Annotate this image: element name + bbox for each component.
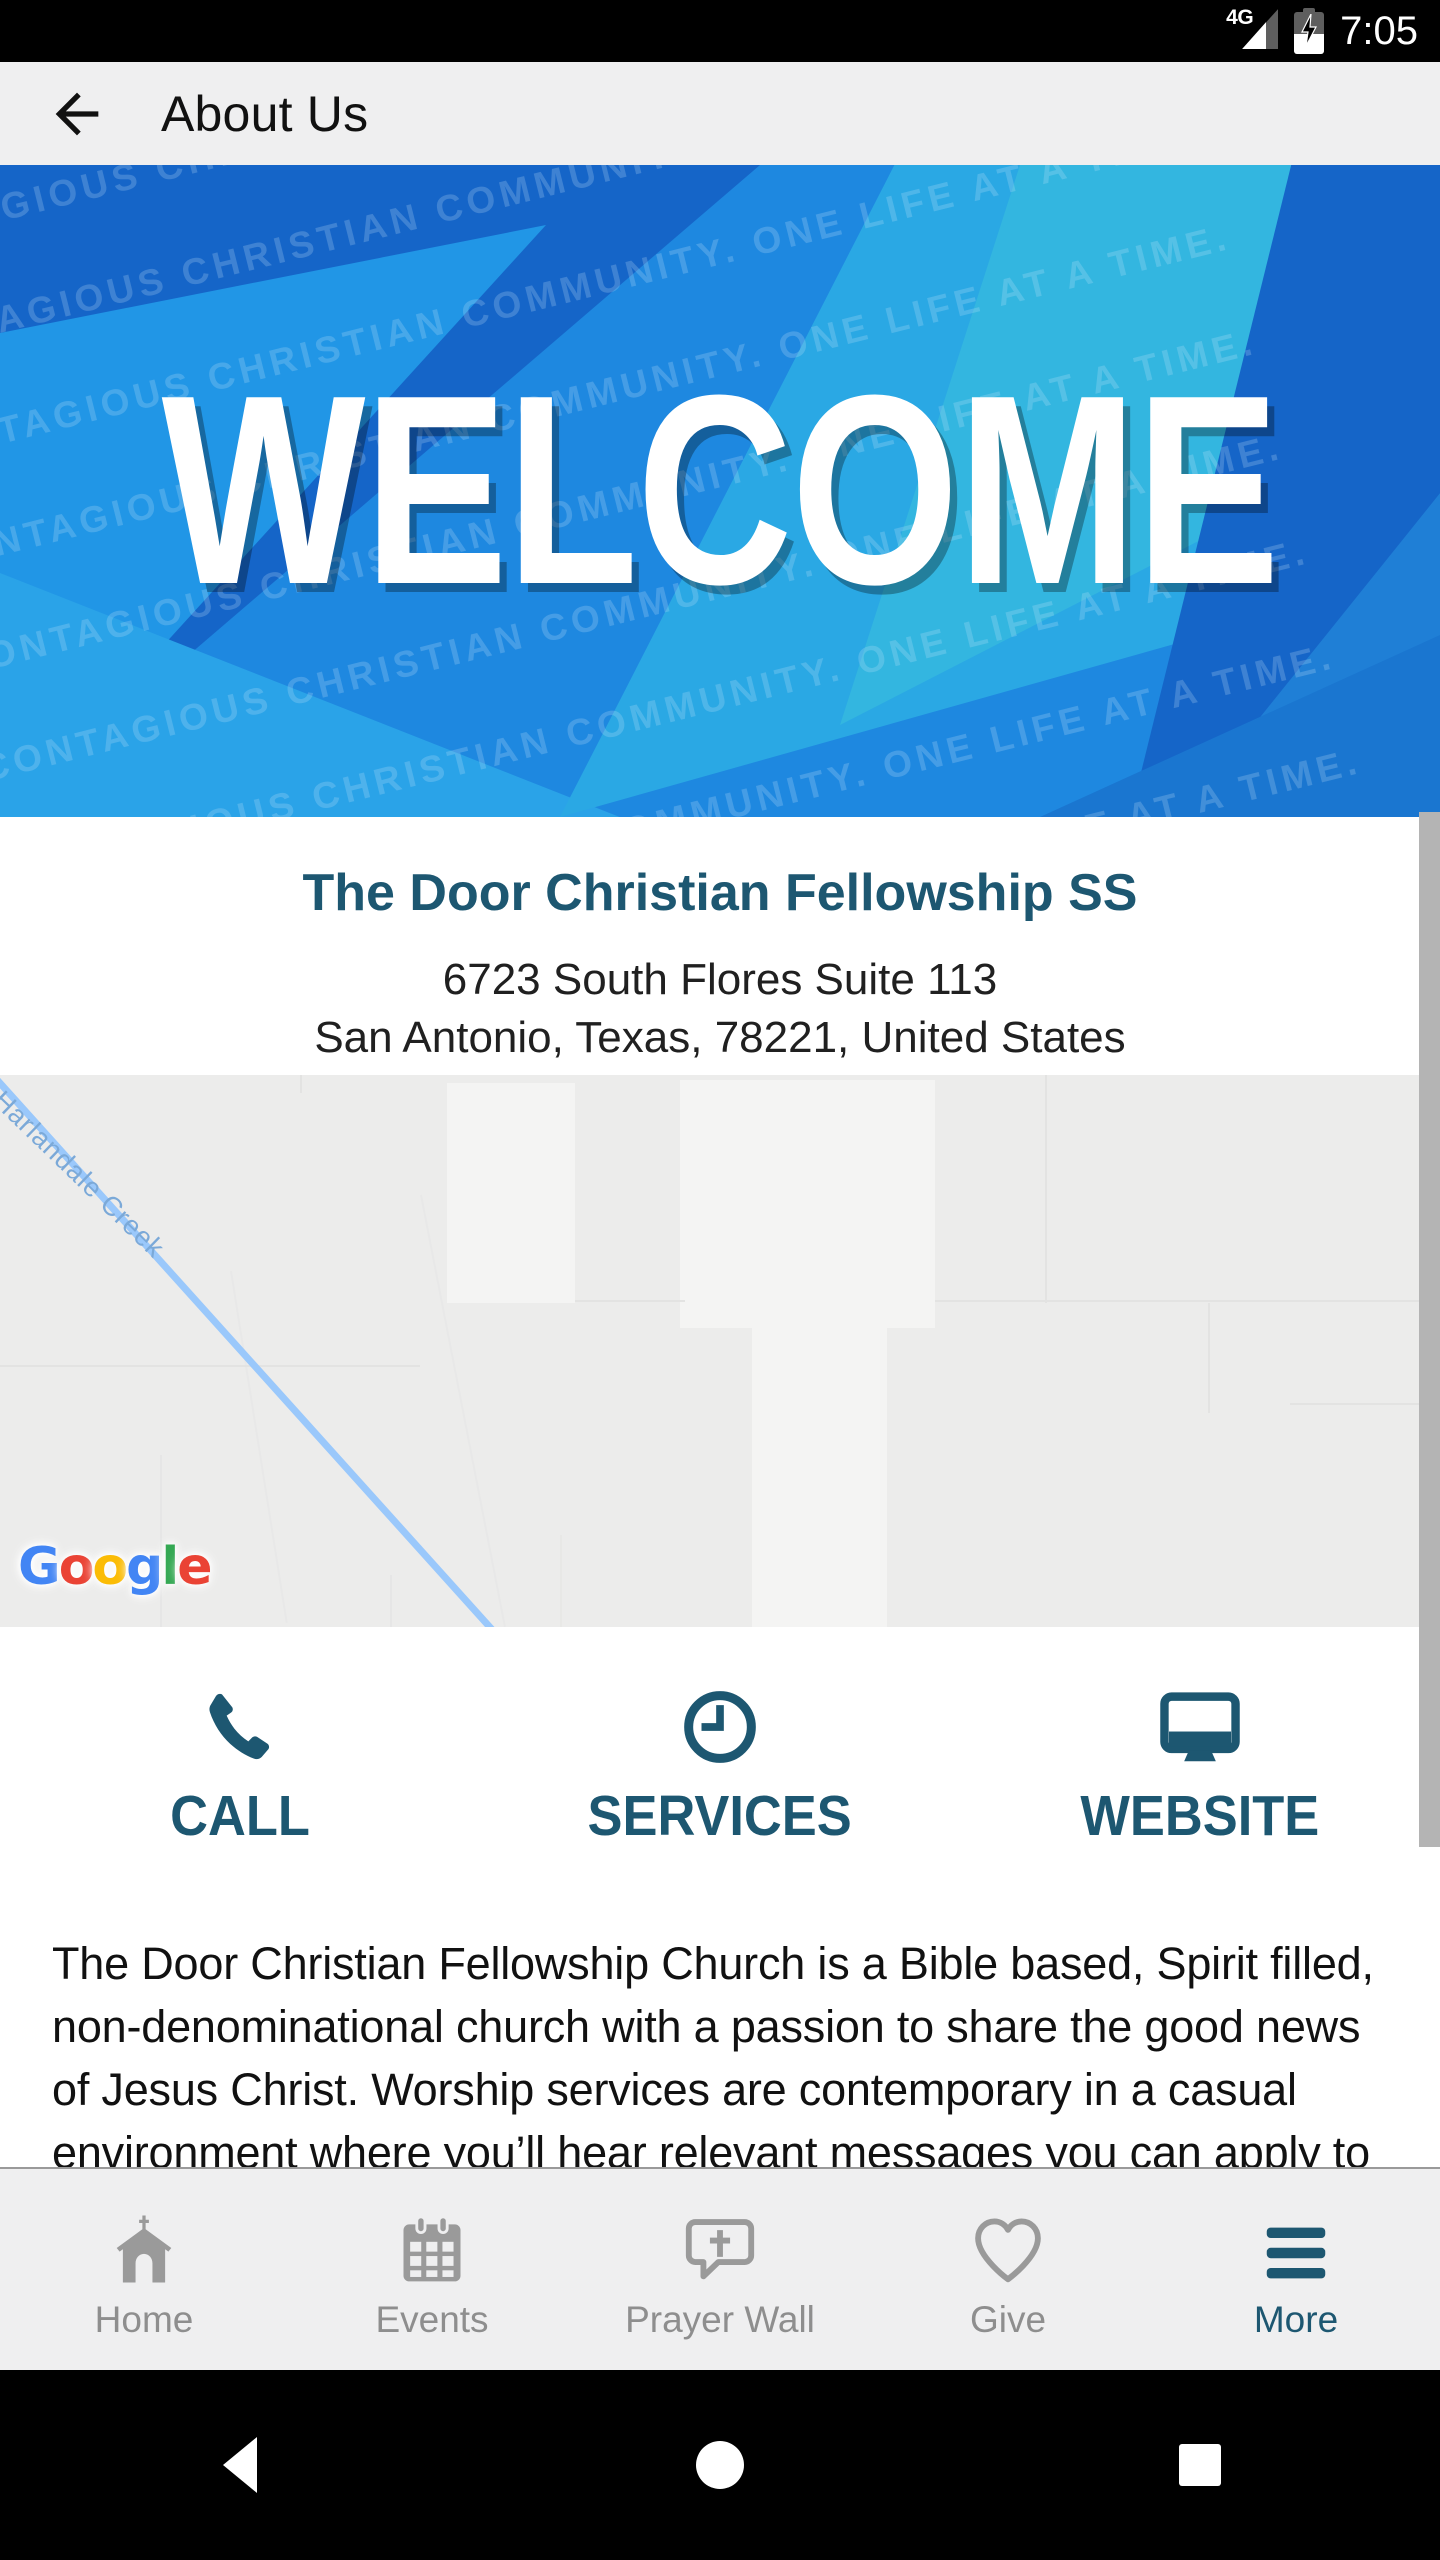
clock-icon <box>680 1685 760 1769</box>
app-bar: About Us <box>0 62 1440 165</box>
google-logo: Google <box>18 1537 213 1597</box>
calendar-icon <box>394 2207 470 2289</box>
vertical-scrollbar[interactable] <box>1419 812 1440 1847</box>
prayer-bubble-icon <box>681 2207 759 2289</box>
call-label: CALL <box>170 1783 310 1848</box>
bottom-tab-bar: Home Events Prayer Wall Give More <box>0 2167 1440 2370</box>
back-triangle-icon <box>223 2437 257 2493</box>
tab-more[interactable]: More <box>1152 2169 1440 2370</box>
tab-give[interactable]: Give <box>864 2169 1152 2370</box>
church-icon <box>105 2207 183 2289</box>
org-name: The Door Christian Fellowship SS <box>302 864 1138 922</box>
tab-events[interactable]: Events <box>288 2169 576 2370</box>
website-button[interactable]: WEBSITE <box>960 1627 1440 1890</box>
map-building-main <box>680 1080 935 1328</box>
description-text: The Door Christian Fellowship Church is … <box>52 1938 1374 2167</box>
android-recents-button[interactable] <box>960 2444 1440 2486</box>
android-home-button[interactable] <box>480 2441 960 2489</box>
clock-time: 7:05 <box>1340 9 1418 53</box>
tab-events-label: Events <box>375 2298 489 2340</box>
tab-give-label: Give <box>969 2298 1047 2340</box>
tab-more-label: More <box>1253 2298 1339 2340</box>
page-title: About Us <box>161 85 369 142</box>
android-navigation-bar <box>0 2370 1440 2560</box>
tab-prayer-wall[interactable]: Prayer Wall <box>576 2169 864 2370</box>
signal-bars-icon: 4G <box>1226 6 1279 53</box>
address-line-1: 6723 South Flores Suite 113 <box>442 955 998 1004</box>
status-bar: 4G 7:05 <box>0 0 1440 62</box>
tab-home-label: Home <box>94 2298 194 2340</box>
monitor-icon <box>1158 1685 1242 1769</box>
charging-bolt-icon <box>1301 14 1318 46</box>
hero-headline: WELCOME <box>161 340 1280 641</box>
battery-charging-icon <box>1294 8 1325 54</box>
map-building-left <box>447 1083 575 1303</box>
phone-icon <box>200 1685 280 1769</box>
org-info-section: The Door Christian Fellowship SS 6723 So… <box>0 817 1440 1075</box>
call-button[interactable]: CALL <box>0 1627 480 1890</box>
heart-icon <box>969 2207 1047 2289</box>
hero-banner: BUILDING A CONTAGIOUS CHRISTIAN COMMUNIT… <box>0 165 1440 817</box>
back-arrow-icon[interactable] <box>45 82 109 146</box>
hamburger-menu-icon <box>1257 2207 1335 2289</box>
home-circle-icon <box>696 2441 744 2489</box>
address-line-2: San Antonio, Texas, 78221, United States <box>314 1013 1126 1062</box>
services-label: SERVICES <box>587 1783 853 1848</box>
android-back-button[interactable] <box>0 2437 480 2493</box>
website-label: WEBSITE <box>1080 1783 1320 1848</box>
network-type-label: 4G <box>1226 6 1254 29</box>
tab-home[interactable]: Home <box>0 2169 288 2370</box>
recents-square-icon <box>1179 2444 1221 2486</box>
action-buttons-row: CALL SERVICES WEBSITE <box>0 1627 1440 1890</box>
tab-prayer-wall-label: Prayer Wall <box>625 2298 815 2340</box>
about-description: The Door Christian Fellowship Church is … <box>0 1890 1440 2167</box>
services-button[interactable]: SERVICES <box>480 1627 960 1890</box>
map-building-lower <box>752 1325 887 1627</box>
map-view[interactable]: Harlandale Creek Google <box>0 1075 1440 1627</box>
